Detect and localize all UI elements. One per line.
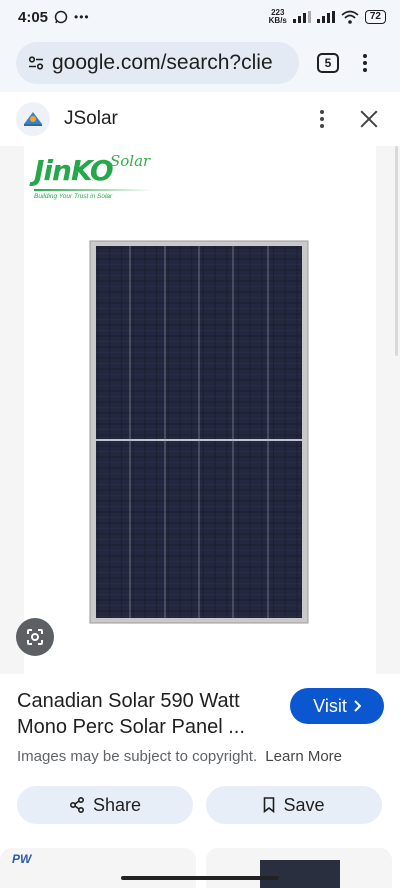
share-icon <box>69 797 84 813</box>
browser-menu-button[interactable] <box>363 54 367 72</box>
solar-panel-image <box>89 240 309 624</box>
url-text: google.com/search?clie <box>52 51 273 74</box>
save-button[interactable]: Save <box>206 786 382 824</box>
result-title[interactable]: Canadian Solar 590 Watt Mono Perc Solar … <box>17 688 279 740</box>
result-image[interactable]: JinKO Solar Building Your Trust in Solar <box>24 146 376 674</box>
address-bar[interactable]: google.com/search?clie <box>16 42 299 84</box>
network-speed-unit: KB/s <box>268 16 287 25</box>
more-notifications-icon: ••• <box>74 10 90 24</box>
signal-icon-2 <box>316 11 335 23</box>
scroll-indicator[interactable] <box>395 146 398 356</box>
whatsapp-icon <box>54 10 68 24</box>
site-settings-icon[interactable] <box>28 56 44 70</box>
wifi-icon <box>341 10 359 24</box>
chevron-right-icon <box>354 700 361 712</box>
close-icon[interactable] <box>360 110 378 128</box>
status-time: 4:05 <box>18 8 49 26</box>
kebab-menu-icon[interactable] <box>320 110 324 128</box>
gesture-nav-handle[interactable] <box>121 876 279 880</box>
save-label: Save <box>283 794 325 815</box>
battery-indicator: 72 <box>364 10 386 24</box>
status-bar: 4:05 ••• 223 KB/s 72 <box>0 0 400 34</box>
network-speed: 223 KB/s <box>269 9 287 25</box>
image-panel-header: JSolar <box>0 96 400 142</box>
related-image-thumbnail[interactable]: PW <box>0 848 196 888</box>
visit-button-label: Visit <box>313 695 347 716</box>
share-button[interactable]: Share <box>17 786 193 824</box>
bookmark-icon <box>264 797 275 813</box>
share-label: Share <box>92 794 142 815</box>
browser-toolbar: google.com/search?clie 5 <box>0 34 400 92</box>
pw-logo: PW <box>12 852 32 866</box>
copyright-notice: Images may be subject to copyright. Lear… <box>17 748 342 765</box>
copyright-text: Images may be subject to copyright. <box>17 748 258 765</box>
jsolar-logo-icon <box>24 112 42 126</box>
google-lens-icon[interactable] <box>16 618 54 656</box>
tab-switcher-button[interactable]: 5 <box>317 53 339 73</box>
solar-panel-thumbnail <box>260 860 340 888</box>
learn-more-link[interactable]: Learn More <box>265 748 342 765</box>
signal-icon <box>292 11 311 23</box>
visit-button[interactable]: Visit <box>290 688 384 724</box>
image-margin-left <box>0 146 24 674</box>
site-name: JSolar <box>64 108 118 129</box>
related-image-thumbnail-2[interactable] <box>206 848 392 888</box>
site-favicon <box>16 102 50 136</box>
